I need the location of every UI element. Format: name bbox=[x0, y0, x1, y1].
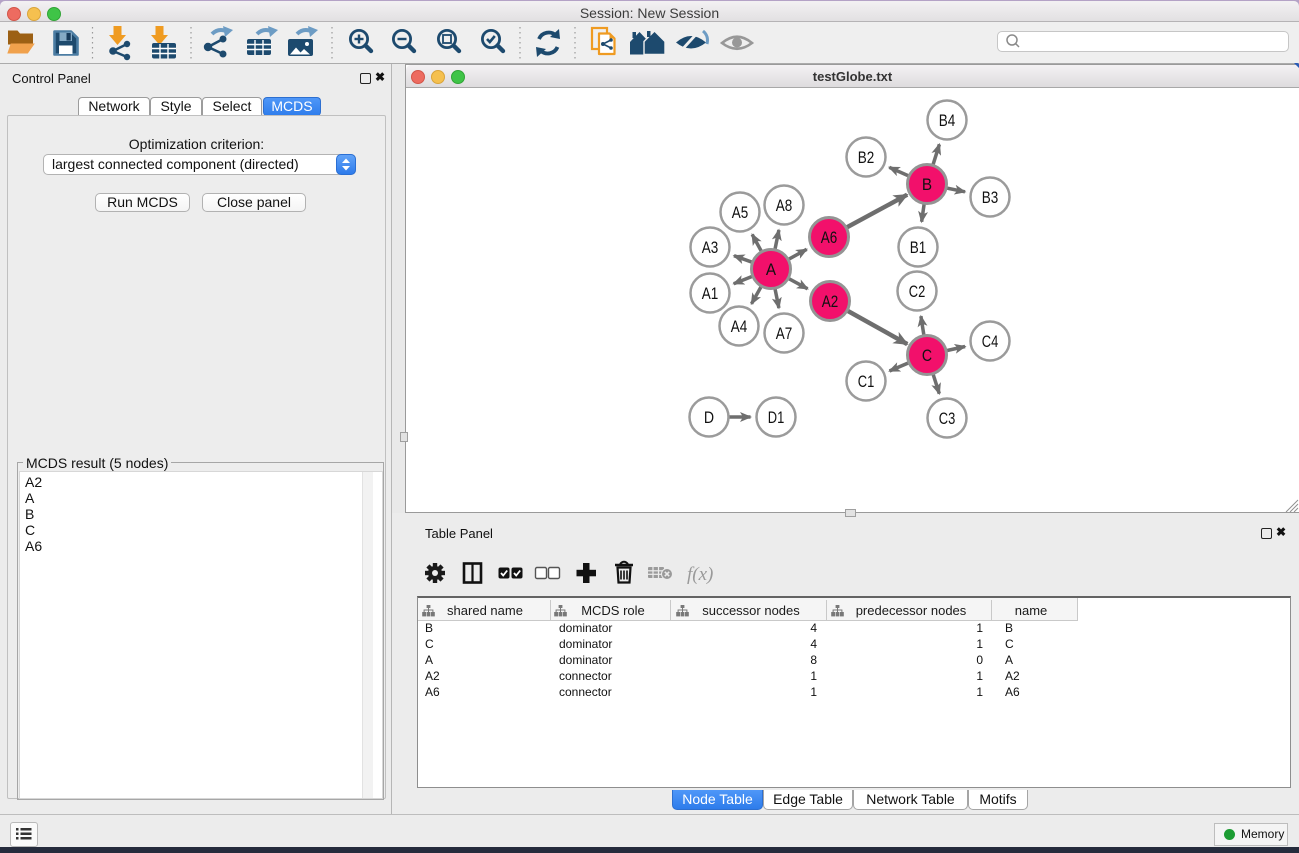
svg-text:A7: A7 bbox=[776, 324, 793, 343]
svg-text:D: D bbox=[704, 408, 714, 427]
svg-text:A: A bbox=[766, 260, 777, 279]
svg-text:B4: B4 bbox=[939, 111, 956, 130]
svg-text:A6: A6 bbox=[821, 228, 838, 247]
svg-text:B2: B2 bbox=[858, 148, 875, 167]
svg-text:B: B bbox=[922, 175, 932, 194]
svg-text:C4: C4 bbox=[982, 332, 999, 351]
svg-text:f(x): f(x) bbox=[687, 564, 713, 585]
svg-text:C: C bbox=[922, 346, 932, 365]
svg-text:A4: A4 bbox=[731, 317, 748, 336]
svg-text:C1: C1 bbox=[858, 372, 875, 391]
svg-text:A2: A2 bbox=[822, 292, 839, 311]
svg-text:C2: C2 bbox=[909, 282, 926, 301]
svg-text:C3: C3 bbox=[939, 409, 956, 428]
svg-text:A3: A3 bbox=[702, 238, 719, 257]
svg-text:A8: A8 bbox=[776, 196, 793, 215]
svg-text:B3: B3 bbox=[982, 188, 999, 207]
svg-text:B1: B1 bbox=[910, 238, 927, 257]
svg-text:A5: A5 bbox=[732, 203, 749, 222]
svg-text:A1: A1 bbox=[702, 284, 719, 303]
svg-text:D1: D1 bbox=[768, 408, 785, 427]
